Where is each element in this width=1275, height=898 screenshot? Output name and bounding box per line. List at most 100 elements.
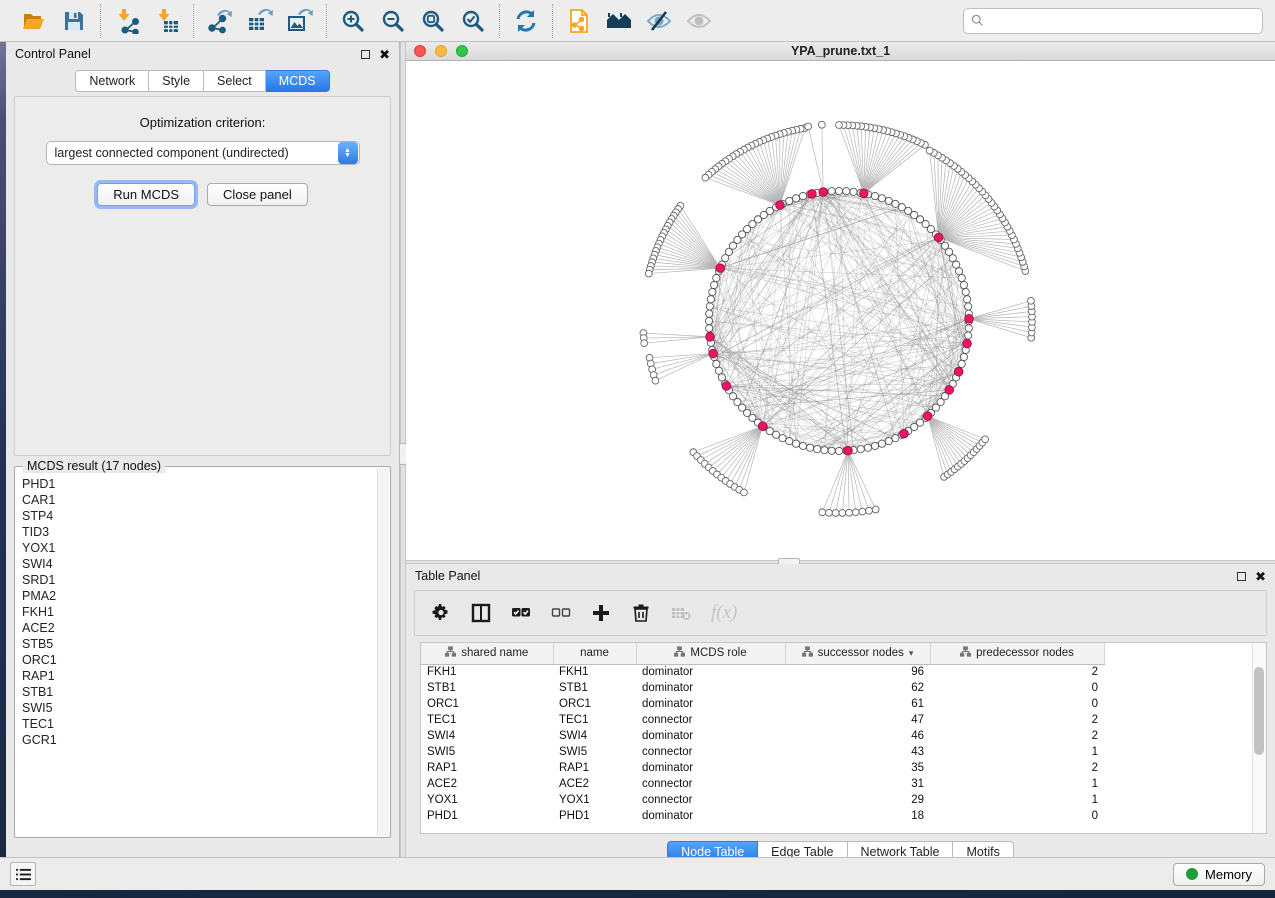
toolbar-group — [499, 4, 552, 38]
memory-button[interactable]: Memory — [1173, 863, 1265, 886]
float-table-panel-icon[interactable] — [1237, 572, 1246, 581]
mcds-result-item[interactable]: CAR1 — [16, 492, 377, 508]
close-panel-button[interactable]: Close panel — [207, 183, 308, 206]
save-session-icon[interactable] — [59, 6, 89, 36]
network-titlebar[interactable]: YPA_prune.txt_1 — [406, 42, 1275, 61]
export-table-icon[interactable] — [245, 6, 275, 36]
home-view-icon[interactable] — [604, 6, 634, 36]
column-header-successor-nodes[interactable]: successor nodes▾ — [785, 643, 930, 664]
mcds-result-scrollbar[interactable] — [377, 468, 389, 836]
table-scrollbar-thumb[interactable] — [1254, 667, 1264, 755]
mcds-result-item[interactable]: SRD1 — [16, 572, 377, 588]
tab-mcds[interactable]: MCDS — [266, 70, 330, 92]
memory-status-icon — [1186, 868, 1198, 880]
delete-column-icon[interactable] — [631, 603, 651, 623]
search-box[interactable] — [963, 8, 1263, 34]
mcds-result-item[interactable]: STB5 — [16, 636, 377, 652]
shared-column-icon — [960, 646, 971, 660]
deselect-all-icon[interactable] — [551, 603, 571, 623]
table-toolbar: f(x) — [414, 590, 1267, 636]
mcds-result-item[interactable]: STP4 — [16, 508, 377, 524]
status-bar: Memory — [0, 857, 1275, 890]
table-row[interactable]: ORC1ORC1dominator610 — [421, 696, 1254, 712]
table-row[interactable]: SWI4SWI4dominator462 — [421, 728, 1254, 744]
mcds-result-item[interactable]: SWI4 — [16, 556, 377, 572]
mcds-result-item[interactable]: RAP1 — [16, 668, 377, 684]
table-row[interactable]: ACE2ACE2connector311 — [421, 776, 1254, 792]
refresh-layout-icon[interactable] — [511, 6, 541, 36]
mcds-result-item[interactable]: TEC1 — [16, 716, 377, 732]
close-table-panel-icon[interactable]: ✖ — [1255, 570, 1266, 583]
tab-select[interactable]: Select — [204, 70, 266, 92]
toggle-panes-icon[interactable] — [471, 603, 491, 623]
combo-stepper-icon: ▲▼ — [338, 142, 358, 164]
shared-column-icon — [674, 646, 685, 660]
tab-style[interactable]: Style — [149, 70, 204, 92]
network-title: YPA_prune.txt_1 — [406, 44, 1275, 58]
mcds-result-item[interactable]: ACE2 — [16, 620, 377, 636]
run-mcds-button[interactable]: Run MCDS — [97, 183, 195, 206]
shared-column-icon — [445, 646, 456, 660]
zoom-out-icon[interactable] — [378, 6, 408, 36]
export-network-icon[interactable] — [205, 6, 235, 36]
table-row[interactable]: SWI5SWI5connector431 — [421, 744, 1254, 760]
table-options-icon[interactable] — [431, 603, 451, 623]
mcds-result-item[interactable]: TID3 — [16, 524, 377, 540]
open-file-icon[interactable] — [19, 6, 49, 36]
table-row[interactable]: FKH1FKH1dominator962 — [421, 664, 1254, 680]
task-history-button[interactable] — [10, 862, 36, 886]
float-panel-icon[interactable] — [361, 50, 370, 59]
zoom-in-icon[interactable] — [338, 6, 368, 36]
column-header-predecessor-nodes[interactable]: predecessor nodes — [930, 643, 1104, 664]
network-view[interactable] — [406, 61, 1275, 559]
mcds-result-item[interactable]: YOX1 — [16, 540, 377, 556]
table-panel: Table Panel ✖ f(x) shared namenameMCDS r… — [406, 564, 1275, 857]
mcds-result-item[interactable]: GCR1 — [16, 732, 377, 748]
show-hidden-icon[interactable] — [684, 6, 714, 36]
mcds-result-item[interactable]: PHD1 — [16, 476, 377, 492]
column-header-MCDS-role[interactable]: MCDS role — [636, 643, 785, 664]
toolbar-group — [326, 4, 499, 38]
optimization-criterion-label: Optimization criterion: — [15, 115, 390, 130]
import-network-icon[interactable] — [112, 6, 142, 36]
search-icon — [971, 14, 984, 27]
control-panel: Control Panel ✖ NetworkStyleSelectMCDS O… — [6, 42, 400, 858]
import-table-icon[interactable] — [152, 6, 182, 36]
table-row[interactable]: PHD1PHD1dominator180 — [421, 808, 1254, 824]
node-table: shared namenameMCDS rolesuccessor nodes▾… — [420, 642, 1267, 834]
zoom-fit-icon[interactable] — [418, 6, 448, 36]
toolbar-group — [100, 4, 193, 38]
column-header-shared-name[interactable]: shared name — [421, 643, 553, 664]
table-scrollbar[interactable] — [1252, 643, 1266, 833]
close-window-icon[interactable] — [414, 45, 426, 57]
memory-label: Memory — [1205, 867, 1252, 882]
mcds-result-item[interactable]: STB1 — [16, 684, 377, 700]
table-row[interactable]: TEC1TEC1connector472 — [421, 712, 1254, 728]
hide-selected-icon[interactable] — [644, 6, 674, 36]
function-builder-icon[interactable]: f(x) — [711, 602, 737, 624]
table-row[interactable]: STB1STB1dominator620 — [421, 680, 1254, 696]
export-image-icon[interactable] — [285, 6, 315, 36]
mcds-result-item[interactable]: SWI5 — [16, 700, 377, 716]
control-panel-title: Control Panel — [15, 47, 91, 61]
toolbar-group — [193, 4, 326, 38]
delete-table-icon[interactable] — [671, 603, 691, 623]
table-row[interactable]: YOX1YOX1connector291 — [421, 792, 1254, 808]
mcds-result-box: MCDS result (17 nodes) PHD1CAR1STP4TID3Y… — [14, 466, 391, 838]
mcds-result-item[interactable]: FKH1 — [16, 604, 377, 620]
search-input[interactable] — [989, 14, 1255, 28]
maximize-window-icon[interactable] — [456, 45, 468, 57]
zoom-selected-icon[interactable] — [458, 6, 488, 36]
optimization-criterion-select[interactable]: largest connected component (undirected)… — [46, 141, 360, 165]
main-toolbar — [0, 0, 1275, 42]
share-document-icon[interactable] — [564, 6, 594, 36]
mcds-result-item[interactable]: PMA2 — [16, 588, 377, 604]
column-header-name[interactable]: name — [553, 643, 636, 664]
mcds-result-item[interactable]: ORC1 — [16, 652, 377, 668]
close-panel-icon[interactable]: ✖ — [379, 48, 390, 61]
minimize-window-icon[interactable] — [435, 45, 447, 57]
tab-network[interactable]: Network — [75, 70, 149, 92]
add-column-icon[interactable] — [591, 603, 611, 623]
table-row[interactable]: RAP1RAP1dominator352 — [421, 760, 1254, 776]
select-all-icon[interactable] — [511, 603, 531, 623]
